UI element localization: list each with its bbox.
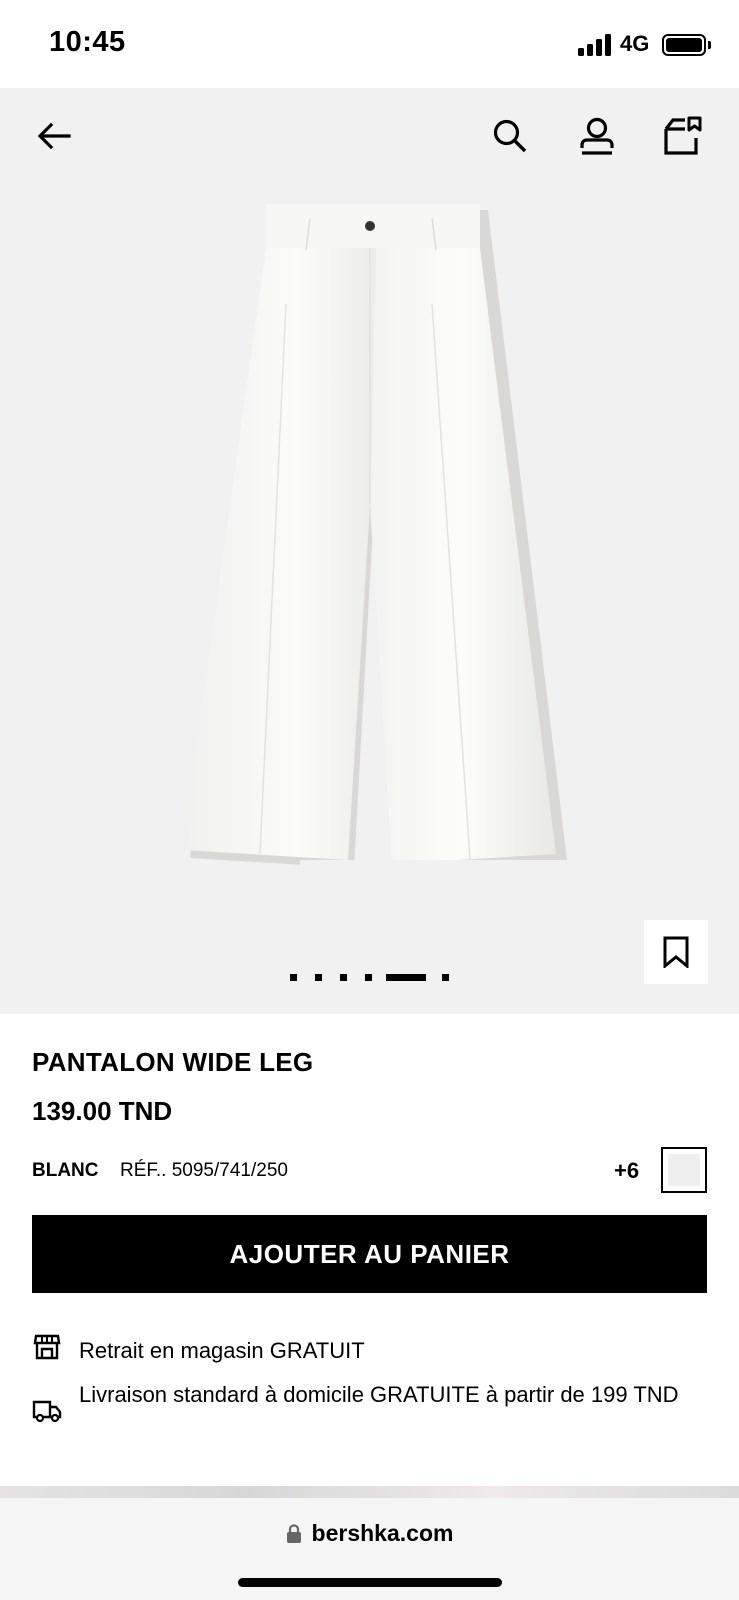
store-pickup-info: Retrait en magasin GRATUIT [32, 1333, 365, 1368]
browser-bar: bershka.com [0, 1498, 739, 1600]
next-section-preview [0, 1486, 739, 1498]
user-icon[interactable] [571, 110, 623, 162]
lock-icon [286, 1523, 301, 1543]
url-bar[interactable]: bershka.com [0, 1520, 739, 1547]
network-type: 4G [620, 31, 650, 56]
home-delivery-info: Livraison standard à domicile GRATUITE à… [32, 1377, 712, 1423]
more-colors-count[interactable]: +6 [614, 1158, 639, 1184]
pagination-dot [290, 974, 297, 981]
arrow-left-icon[interactable] [28, 110, 80, 162]
product-title: PANTALON WIDE LEG [32, 1047, 314, 1077]
signal-icon [578, 34, 614, 56]
pagination-dot-active [386, 974, 426, 981]
pagination-dot [442, 974, 449, 981]
gallery-pagination [290, 974, 460, 984]
product-reference: RÉF.. 5095/741/250 [120, 1160, 288, 1181]
home-delivery-text: Livraison standard à domicile GRATUITE à… [79, 1382, 679, 1407]
product-gallery[interactable] [0, 88, 739, 1014]
pagination-dot [315, 974, 322, 981]
product-image[interactable] [170, 204, 590, 1004]
bookmark-icon [663, 936, 689, 968]
store-icon [32, 1333, 62, 1361]
color-swatch[interactable] [661, 1147, 707, 1193]
product-color: BLANC [32, 1160, 99, 1181]
product-price: 139.00 TND [32, 1096, 173, 1126]
truck-icon [32, 1399, 62, 1423]
pagination-dot [365, 974, 372, 981]
status-bar: 10:45 4G [0, 0, 739, 88]
search-icon[interactable] [484, 110, 536, 162]
battery-icon [662, 34, 706, 56]
add-to-cart-button[interactable]: AJOUTER AU PANIER [32, 1215, 707, 1293]
shopping-bag-icon[interactable] [657, 110, 709, 162]
home-indicator[interactable] [238, 1578, 502, 1587]
status-time: 10:45 [49, 26, 126, 58]
store-pickup-text: Retrait en magasin GRATUIT [79, 1338, 365, 1363]
bookmark-button[interactable] [644, 920, 708, 984]
url-text: bershka.com [311, 1520, 454, 1546]
pagination-dot [340, 974, 347, 981]
